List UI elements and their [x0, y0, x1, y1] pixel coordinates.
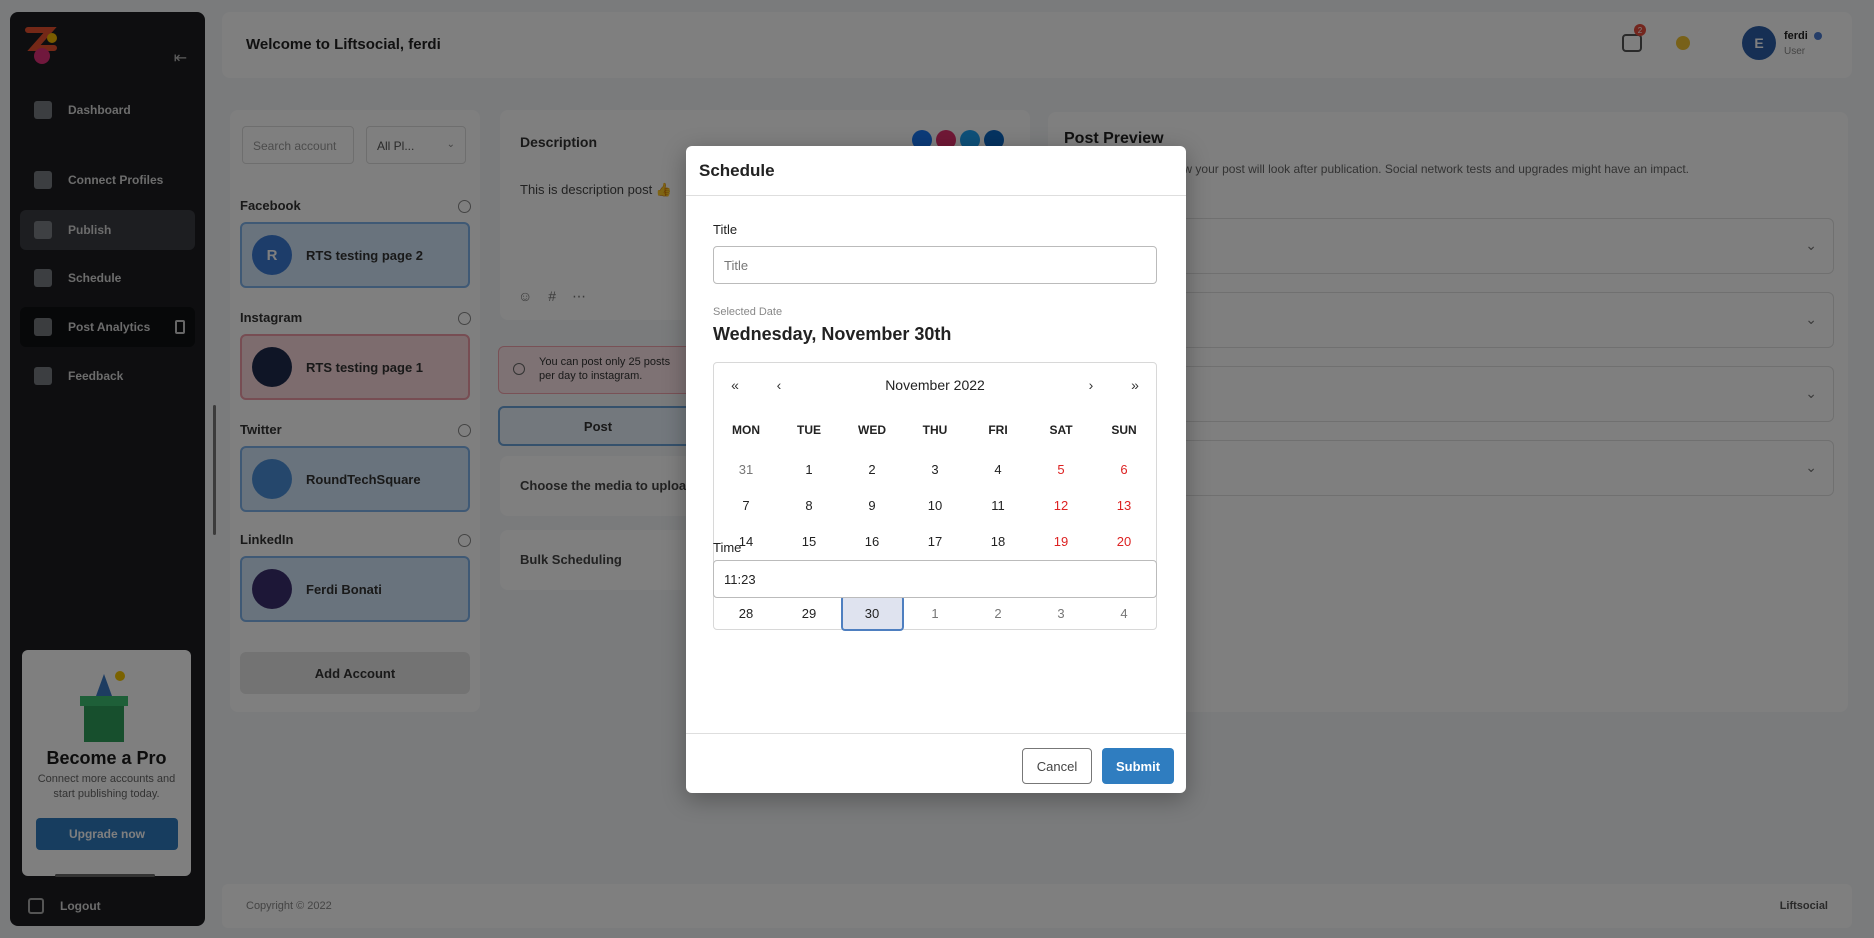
calendar-day[interactable]: 7 [715, 487, 778, 523]
calendar-day[interactable]: 1 [904, 595, 967, 631]
title-input[interactable] [713, 246, 1157, 284]
modal-footer: Cancel Submit [686, 733, 1186, 793]
weekday-label: SAT [1049, 423, 1073, 437]
calendar-day[interactable]: 19 [1030, 523, 1093, 559]
calendar-day[interactable]: 2 [967, 595, 1030, 631]
calendar-day[interactable]: 1 [778, 451, 841, 487]
weekday-label: SUN [1111, 423, 1137, 437]
calendar-day[interactable]: 20 [1093, 523, 1156, 559]
calendar-day[interactable]: 3 [904, 451, 967, 487]
modal-title: Schedule [699, 161, 775, 180]
weekday-label: THU [922, 423, 948, 437]
calendar-day[interactable]: 12 [1030, 487, 1093, 523]
calendar-day[interactable]: 15 [778, 523, 841, 559]
calendar-day[interactable]: 3 [1030, 595, 1093, 631]
calendar-day[interactable]: 2 [841, 451, 904, 487]
calendar-day[interactable]: 6 [1093, 451, 1156, 487]
calendar-day[interactable]: 4 [967, 451, 1030, 487]
next-month-button[interactable]: › [1076, 377, 1106, 393]
calendar-day[interactable]: 4 [1093, 595, 1156, 631]
title-label: Title [713, 222, 738, 237]
calendar-day[interactable]: 18 [967, 523, 1030, 559]
selected-date: Wednesday, November 30th [713, 324, 952, 344]
calendar-day[interactable]: 31 [715, 451, 778, 487]
calendar-day[interactable]: 8 [778, 487, 841, 523]
calendar-days: 3112345678910111213141516171819202122232… [714, 451, 1156, 631]
time-input[interactable]: 11:23 [713, 560, 1157, 598]
next-year-button[interactable]: » [1120, 377, 1150, 393]
calendar-day[interactable]: 9 [841, 487, 904, 523]
cancel-button[interactable]: Cancel [1022, 748, 1092, 784]
selected-date-caption: Selected Date [713, 306, 783, 318]
modal-header: Schedule [686, 146, 1186, 196]
weekday-label: TUE [797, 423, 821, 437]
weekday-label: MON [732, 423, 760, 437]
calendar-day[interactable]: 28 [715, 595, 778, 631]
weekday-label: WED [858, 423, 886, 437]
submit-button[interactable]: Submit [1102, 748, 1174, 784]
calendar-day[interactable]: 13 [1093, 487, 1156, 523]
calendar-day[interactable]: 10 [904, 487, 967, 523]
calendar-day[interactable]: 29 [778, 595, 841, 631]
weekday-label: FRI [988, 423, 1008, 437]
weekday-header: MON TUE WED THU FRI SAT SUN [714, 423, 1156, 441]
calendar-day[interactable]: 17 [904, 523, 967, 559]
schedule-modal: Schedule Title Selected Date Wednesday, … [686, 146, 1186, 793]
time-label: Time [713, 540, 742, 555]
calendar-day[interactable]: 11 [967, 487, 1030, 523]
calendar-day[interactable]: 16 [841, 523, 904, 559]
calendar-day[interactable]: 5 [1030, 451, 1093, 487]
calendar-day[interactable]: 30 [840, 595, 904, 631]
